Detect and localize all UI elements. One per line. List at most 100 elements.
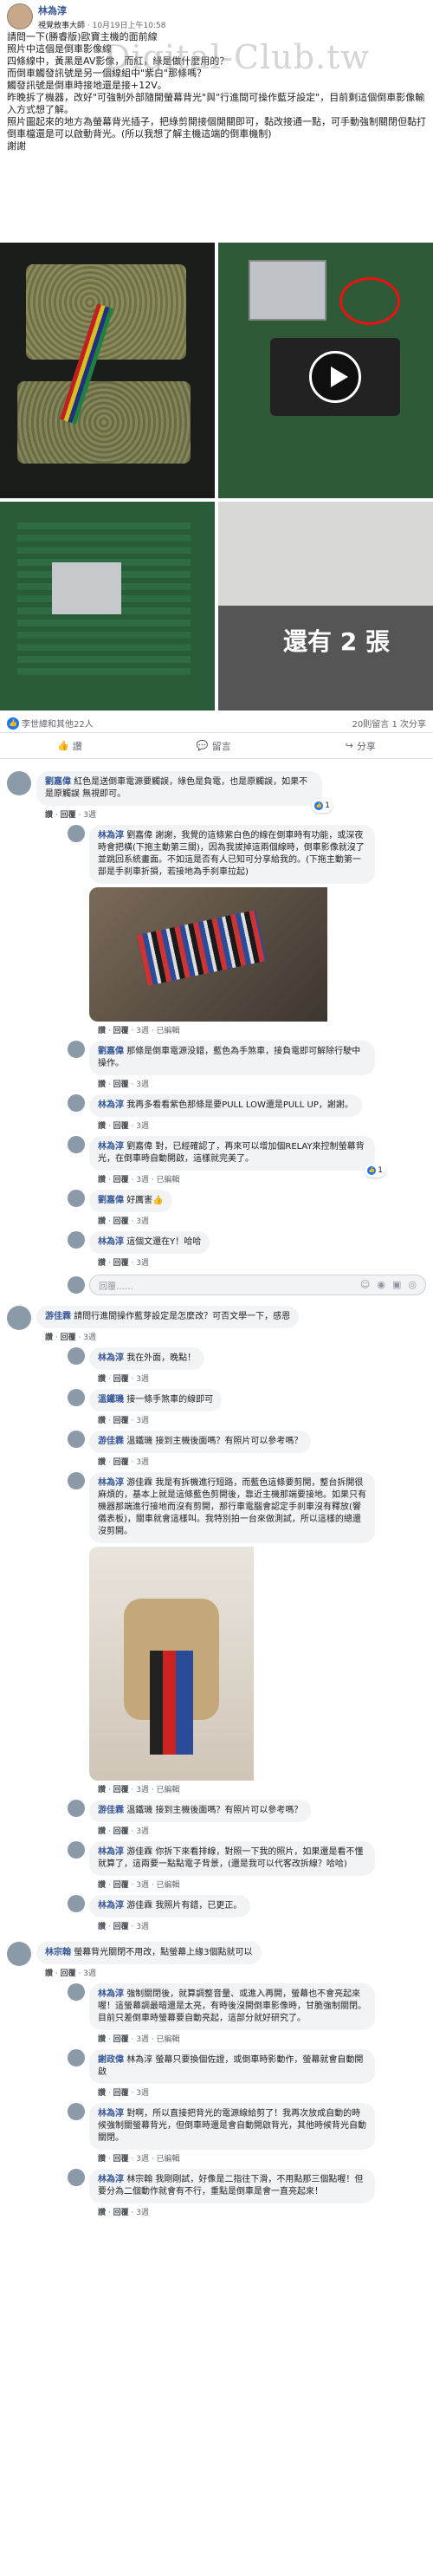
time-link[interactable]: 3週 — [136, 1827, 149, 1836]
avatar[interactable] — [68, 1094, 85, 1112]
commenter-name[interactable]: 謝政偉 — [98, 2055, 124, 2065]
commenter-name[interactable]: 劉嘉偉 — [98, 1196, 124, 1205]
time-link[interactable]: 3週 — [136, 1259, 149, 1268]
reply-link[interactable]: 回覆 — [113, 1881, 129, 1890]
commenter-name[interactable]: 林為淳 — [98, 2175, 124, 2184]
time-link[interactable]: 3週 — [136, 2155, 149, 2164]
edited-label[interactable]: 已編輯 — [157, 1786, 180, 1794]
avatar[interactable] — [68, 1231, 85, 1249]
avatar[interactable] — [68, 1431, 85, 1448]
time-link[interactable]: 3週 — [136, 1217, 149, 1226]
commenter-name[interactable]: 林為淳 — [98, 2109, 124, 2119]
avatar[interactable] — [68, 2103, 85, 2120]
time-link[interactable]: 3週 — [136, 1122, 149, 1131]
avatar[interactable] — [68, 2049, 85, 2067]
emoji-icon[interactable]: ☺ — [360, 1279, 370, 1291]
reply-link[interactable]: 回覆 — [113, 1827, 129, 1836]
avatar[interactable] — [68, 1347, 85, 1365]
comment-image[interactable] — [89, 887, 375, 1022]
avatar[interactable] — [68, 1841, 85, 1859]
like-link[interactable]: 讚 — [98, 1176, 106, 1184]
like-link[interactable]: 讚 — [45, 1969, 53, 1978]
reply-link[interactable]: 回覆 — [113, 1122, 129, 1131]
edited-label[interactable]: 已編輯 — [157, 2035, 180, 2044]
commenter-name[interactable]: 林宗翰 — [45, 1948, 71, 1957]
edited-label[interactable]: 已編輯 — [157, 1881, 180, 1890]
like-link[interactable]: 讚 — [98, 1375, 106, 1384]
comment-image[interactable] — [89, 1547, 375, 1781]
reply-link[interactable]: 回覆 — [113, 2209, 129, 2217]
commenter-name[interactable]: 林為淳 — [98, 1142, 124, 1152]
time-link[interactable]: 3週 — [136, 2209, 149, 2217]
share-button[interactable]: ↪ 分享 — [346, 739, 376, 753]
avatar[interactable] — [7, 771, 31, 795]
like-link[interactable]: 讚 — [98, 1827, 106, 1836]
sticker-icon[interactable]: ◎ — [408, 1279, 417, 1291]
like-button[interactable]: 👍 讚 — [57, 739, 82, 753]
avatar[interactable] — [68, 1190, 85, 1207]
photo-board-video[interactable] — [218, 243, 433, 498]
time-link[interactable]: 3週 — [136, 1923, 149, 1931]
play-icon[interactable] — [309, 351, 361, 403]
commenter-name[interactable]: 林為淳 — [98, 1100, 124, 1110]
time-link[interactable]: 3週 — [136, 1375, 149, 1384]
avatar[interactable] — [68, 1389, 85, 1406]
time-link[interactable]: 3週 — [136, 1417, 149, 1425]
reply-input[interactable]: 回覆…… ☺ ◉ ▣ ◎ — [89, 1275, 426, 1295]
time-link[interactable]: 3週 — [136, 2089, 149, 2098]
avatar[interactable] — [68, 1983, 85, 2001]
counts-text[interactable]: 20則留言 1 次分享 — [352, 717, 426, 730]
time-link[interactable]: 3週 — [136, 1786, 149, 1794]
avatar[interactable] — [7, 1942, 31, 1966]
reply-link[interactable]: 回覆 — [113, 2089, 129, 2098]
gif-icon[interactable]: ▣ — [392, 1279, 401, 1291]
commenter-name[interactable]: 林為淳 — [98, 1353, 124, 1363]
reply-link[interactable]: 回覆 — [113, 2035, 129, 2044]
commenter-name[interactable]: 游佳霖 — [98, 1437, 124, 1446]
like-link[interactable]: 讚 — [98, 1080, 106, 1089]
commenter-name[interactable]: 劉嘉偉 — [45, 777, 71, 787]
like-link[interactable]: 讚 — [98, 2155, 106, 2164]
time-link[interactable]: 3週 — [83, 1333, 96, 1342]
avatar[interactable] — [68, 1472, 85, 1489]
author-avatar[interactable] — [7, 3, 33, 29]
avatar[interactable] — [68, 825, 85, 842]
reply-link[interactable]: 回覆 — [113, 1176, 129, 1184]
like-link[interactable]: 讚 — [45, 1333, 53, 1342]
like-link[interactable]: 讚 — [98, 1417, 106, 1425]
reply-link[interactable]: 回覆 — [113, 1027, 129, 1035]
like-link[interactable]: 讚 — [98, 1881, 106, 1890]
avatar[interactable] — [68, 1136, 85, 1153]
commenter-name[interactable]: 林為淳 — [98, 1847, 124, 1857]
like-link[interactable]: 讚 — [98, 1259, 106, 1268]
like-link[interactable]: 讚 — [98, 1122, 106, 1131]
time-link[interactable]: 3週 — [136, 1881, 149, 1890]
reply-link[interactable]: 回覆 — [113, 1080, 129, 1089]
commenter-name[interactable]: 林為淳 — [98, 1989, 124, 1999]
photo-more[interactable]: 還有 2 張 — [218, 502, 433, 711]
time-link[interactable]: 3週 — [136, 2035, 149, 2044]
reply-link[interactable]: 回覆 — [61, 811, 76, 820]
reply-link[interactable]: 回覆 — [61, 1969, 76, 1978]
like-link[interactable]: 讚 — [98, 2035, 106, 2044]
camera-icon[interactable]: ◉ — [377, 1279, 385, 1291]
reply-link[interactable]: 回覆 — [113, 1375, 129, 1384]
likes-text[interactable]: 李世緯和其他22人 — [22, 717, 94, 730]
avatar[interactable] — [68, 1041, 85, 1058]
reply-link[interactable]: 回覆 — [113, 1259, 129, 1268]
like-link[interactable]: 讚 — [98, 1027, 106, 1035]
like-link[interactable]: 讚 — [98, 2089, 106, 2098]
like-link[interactable]: 讚 — [98, 2209, 106, 2217]
avatar[interactable] — [7, 1306, 31, 1330]
commenter-name[interactable]: 游佳霖 — [45, 1312, 71, 1321]
like-link[interactable]: 讚 — [45, 811, 53, 820]
avatar[interactable] — [68, 1895, 85, 1912]
like-badge[interactable]: 👍 1 — [365, 1164, 385, 1178]
time-link[interactable]: 3週 — [136, 1458, 149, 1467]
avatar[interactable] — [68, 2169, 85, 2186]
edited-label[interactable]: 已編輯 — [157, 2155, 180, 2164]
commenter-name[interactable]: 游佳霖 — [98, 1806, 124, 1815]
commenter-name[interactable]: 林為淳 — [98, 831, 124, 840]
reply-link[interactable]: 回覆 — [113, 1217, 129, 1226]
reply-link[interactable]: 回覆 — [61, 1333, 76, 1342]
